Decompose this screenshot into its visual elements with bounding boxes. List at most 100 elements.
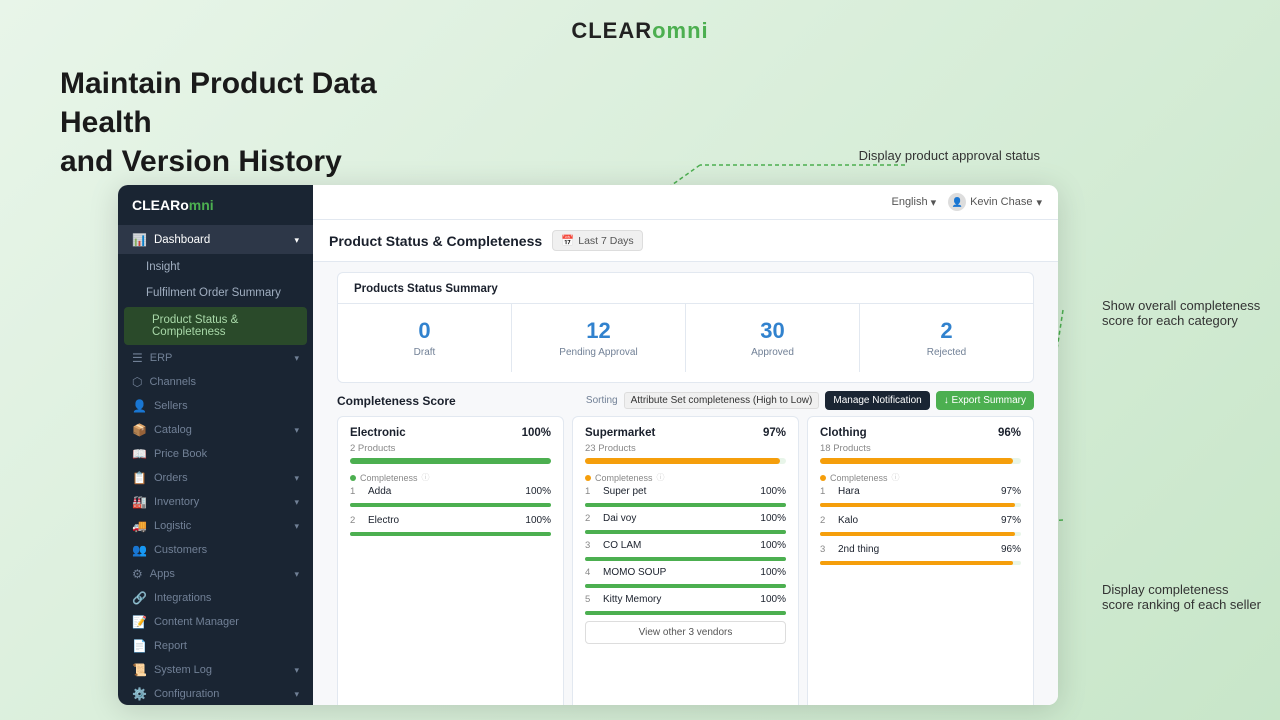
sidebar-logo: CLEARomni — [118, 185, 313, 226]
draft-value: 0 — [354, 318, 495, 344]
approved-value: 30 — [702, 318, 843, 344]
category-col-supermarket: Supermarket 97% 23 Products Completeness… — [572, 416, 799, 705]
sidebar-item-insight[interactable]: Insight — [118, 254, 313, 280]
pending-value: 12 — [528, 318, 669, 344]
rejected-value: 2 — [876, 318, 1017, 344]
sidebar-item-apps[interactable]: ⚙ Apps ▾ — [118, 562, 313, 586]
status-card-rejected: 2 Rejected — [860, 304, 1033, 372]
sidebar-item-inventory[interactable]: 🏭 Inventory ▾ — [118, 490, 313, 514]
channels-icon: ⬡ — [132, 375, 142, 389]
user-chevron: ▾ — [1036, 196, 1042, 209]
erp-icon: ☰ — [132, 351, 143, 365]
cat-name-electronic: Electronic — [350, 427, 406, 439]
sidebar-logo-clear: CLEARo — [132, 197, 189, 213]
sellers-icon: 👤 — [132, 399, 147, 413]
completeness-header: Completeness Score Sorting Attribute Set… — [337, 391, 1034, 410]
user-menu[interactable]: 👤 Kevin Chase ▾ — [948, 193, 1042, 211]
user-name: Kevin Chase — [970, 196, 1032, 208]
sidebar-item-orders[interactable]: 📋 Orders ▾ — [118, 466, 313, 490]
sidebar-item-systemlog[interactable]: 📜 System Log ▾ — [118, 658, 313, 682]
cat-products-supermarket: 23 Products — [585, 443, 786, 454]
cat-products-clothing: 18 Products — [820, 443, 1021, 454]
sidebar-label-channels: Channels — [149, 376, 195, 388]
sidebar-item-content-manager[interactable]: 📝 Content Manager — [118, 610, 313, 634]
sidebar-label-logistic: Logistic — [154, 520, 191, 532]
integrations-icon: 🔗 — [132, 591, 147, 605]
sidebar-item-pricebook[interactable]: 📖 Price Book — [118, 442, 313, 466]
category-columns: Electronic 100% 2 Products Completeness … — [337, 416, 1034, 705]
status-card-approved: 30 Approved — [686, 304, 860, 372]
chevron-orders: ▾ — [294, 473, 299, 484]
status-cards: 0 Draft 12 Pending Approval 30 Approved … — [338, 303, 1033, 372]
sidebar-item-sellers[interactable]: 👤 Sellers — [118, 394, 313, 418]
sidebar-item-product-status[interactable]: Product Status & Completeness — [124, 307, 307, 345]
inventory-icon: 🏭 — [132, 495, 147, 509]
calendar-icon: 📅 — [561, 234, 574, 247]
rejected-label: Rejected — [876, 347, 1017, 358]
date-range-badge[interactable]: 📅 Last 7 Days — [552, 230, 643, 251]
status-card-pending: 12 Pending Approval — [512, 304, 686, 372]
sidebar-label-orders: Orders — [154, 472, 188, 484]
hero-line1: Maintain Product Data Health — [60, 64, 460, 142]
top-bar: English ▾ 👤 Kevin Chase ▾ — [313, 185, 1058, 220]
status-summary: Products Status Summary 0 Draft 12 Pendi… — [337, 272, 1034, 383]
sidebar-label-sellers: Sellers — [154, 400, 188, 412]
sidebar-item-dashboard[interactable]: 📊 Dashboard ▾ — [118, 226, 313, 254]
view-others-button[interactable]: View other 3 vendors — [585, 621, 786, 644]
draft-label: Draft — [354, 347, 495, 358]
chevron-erp: ▾ — [294, 353, 299, 364]
sort-value[interactable]: Attribute Set completeness (High to Low) — [624, 392, 820, 409]
avatar: 👤 — [948, 193, 966, 211]
sidebar-label-inventory: Inventory — [154, 496, 199, 508]
page-title: Product Status & Completeness — [329, 233, 542, 249]
manage-notification-button[interactable]: Manage Notification — [825, 391, 929, 410]
page-header: Product Status & Completeness 📅 Last 7 D… — [313, 220, 1058, 262]
chevron-apps: ▾ — [294, 569, 299, 580]
chevron-inventory: ▾ — [294, 497, 299, 508]
sidebar-item-channels[interactable]: ⬡ Channels — [118, 370, 313, 394]
sidebar-label-apps: Apps — [150, 568, 175, 580]
sidebar-label-integrations: Integrations — [154, 592, 211, 604]
customers-icon: 👥 — [132, 543, 147, 557]
sidebar-label-dashboard: Dashboard — [154, 234, 210, 246]
configuration-icon: ⚙️ — [132, 687, 147, 701]
brand-omni: omni — [652, 18, 709, 43]
orders-icon: 📋 — [132, 471, 147, 485]
chevron-systemlog: ▾ — [294, 665, 299, 676]
sort-label: Sorting — [586, 395, 618, 406]
chevron-configuration: ▾ — [294, 689, 299, 700]
status-card-draft: 0 Draft — [338, 304, 512, 372]
vendor-row-clothing-2: 2Kalo97% — [820, 515, 1021, 536]
catalog-icon: 📦 — [132, 423, 147, 437]
completeness-title: Completeness Score — [337, 394, 456, 408]
cat-name-clothing: Clothing — [820, 427, 867, 439]
sidebar-item-erp[interactable]: ☰ ERP ▾ — [118, 346, 313, 370]
vendor-row-supermarket-2: 2Dai voy100% — [585, 513, 786, 534]
sidebar-item-report[interactable]: 📄 Report — [118, 634, 313, 658]
sidebar-label-report: Report — [154, 640, 187, 652]
date-range-label: Last 7 Days — [578, 235, 633, 247]
annotation-approval: Display product approval status — [859, 148, 1040, 163]
app-window: CLEARomni 📊 Dashboard ▾ Insight Fulfilme… — [118, 185, 1058, 705]
sidebar: CLEARomni 📊 Dashboard ▾ Insight Fulfilme… — [118, 185, 313, 705]
dashboard-icon: 📊 — [132, 233, 147, 247]
language-selector[interactable]: English ▾ — [891, 196, 936, 209]
sidebar-item-fulfilment[interactable]: Fulfilment Order Summary — [118, 280, 313, 306]
sidebar-logo-omni: mni — [189, 197, 214, 213]
sidebar-item-customers[interactable]: 👥 Customers — [118, 538, 313, 562]
vendor-row-supermarket-5: 5Kitty Memory100% — [585, 594, 786, 615]
sidebar-item-catalog[interactable]: 📦 Catalog ▾ — [118, 418, 313, 442]
sidebar-item-logistic[interactable]: 🚚 Logistic ▾ — [118, 514, 313, 538]
annotation-ranking: Display completeness score ranking of ea… — [1102, 582, 1262, 612]
sidebar-item-integrations[interactable]: 🔗 Integrations — [118, 586, 313, 610]
pricebook-icon: 📖 — [132, 447, 147, 461]
category-col-clothing: Clothing 96% 18 Products Completeness ⓘ … — [807, 416, 1034, 705]
approved-label: Approved — [702, 347, 843, 358]
top-brand: CLEARomni — [0, 0, 1280, 54]
vendor-row-supermarket-3: 3CO LAM100% — [585, 540, 786, 561]
sidebar-item-configuration[interactable]: ⚙️ Configuration ▾ — [118, 682, 313, 705]
export-summary-button[interactable]: ↓ Export Summary — [936, 391, 1034, 410]
vendor-row-clothing-3: 32nd thing96% — [820, 544, 1021, 565]
cat-products-electronic: 2 Products — [350, 443, 551, 454]
chevron-dashboard: ▾ — [294, 235, 299, 246]
